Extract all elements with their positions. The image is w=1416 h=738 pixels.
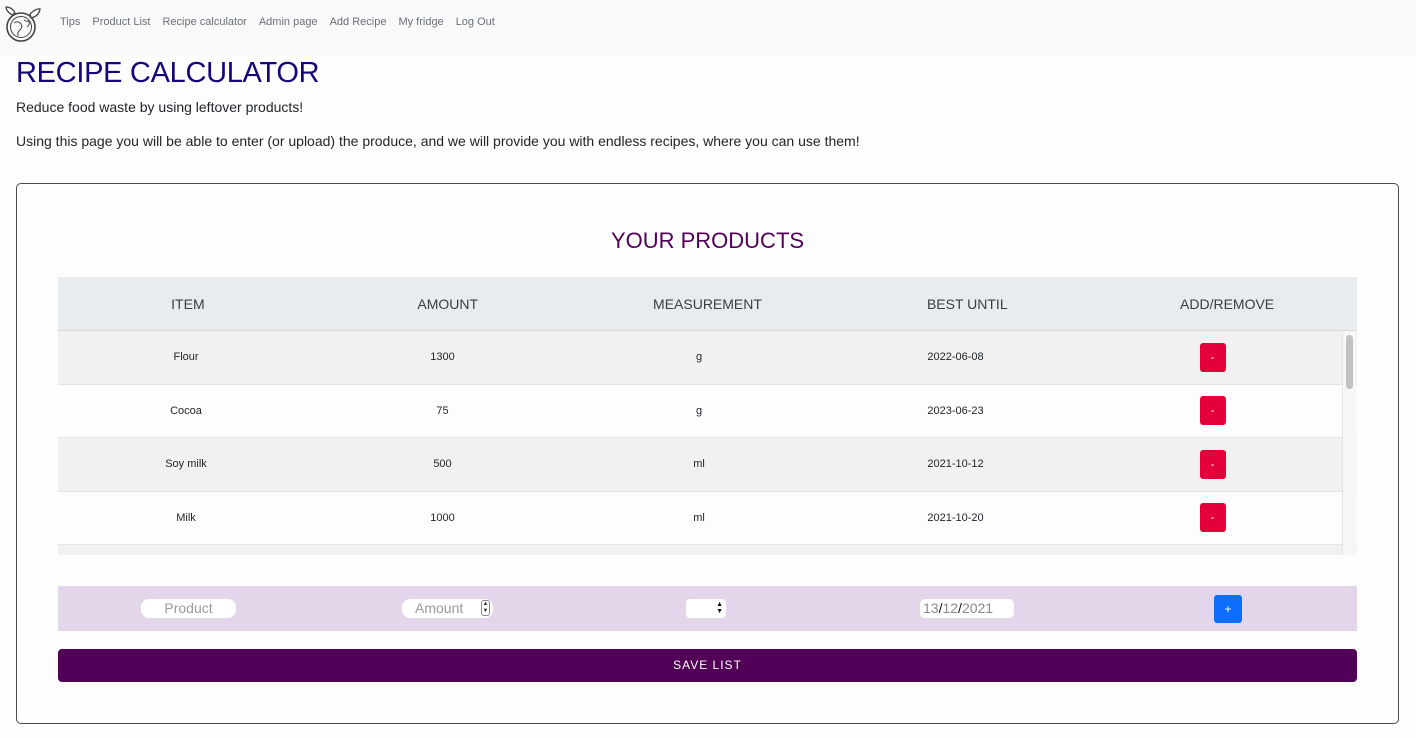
amount-placeholder: Amount xyxy=(415,600,464,616)
cell-best-until: 2021-10-12 xyxy=(927,458,984,471)
cell-item: Soy milk xyxy=(165,458,207,471)
remove-button[interactable]: - xyxy=(1199,396,1226,426)
select-arrows-icon: ▲ ▼ xyxy=(716,601,723,615)
cell-item: Flour xyxy=(173,351,199,364)
cell-actions: - xyxy=(1084,342,1341,372)
cell-amount: 1300 xyxy=(430,351,455,364)
remove-button[interactable]: - xyxy=(1199,342,1226,372)
date-year[interactable]: 2021 xyxy=(962,600,993,616)
spinner-arrows-icon[interactable]: ▲ ▼ xyxy=(481,600,490,616)
nav-links: Tips Product List Recipe calculator Admi… xyxy=(60,16,507,28)
nav-tips[interactable]: Tips xyxy=(60,16,80,28)
earth-leaf-logo-icon[interactable] xyxy=(4,5,42,43)
remove-button[interactable]: - xyxy=(1199,449,1226,479)
nav-add-recipe[interactable]: Add Recipe xyxy=(330,16,387,28)
best-until-date-input[interactable]: 13/12/2021 xyxy=(920,599,1014,618)
products-title: YOUR PRODUCTS xyxy=(610,228,805,253)
add-product-button[interactable]: + xyxy=(1214,595,1242,623)
date-day[interactable]: 13 xyxy=(923,600,939,616)
measurement-select[interactable]: ▲ ▼ xyxy=(686,599,726,618)
cell-amount: 1000 xyxy=(430,511,455,524)
cell-amount: 500 xyxy=(433,458,452,471)
nav-my-fridge[interactable]: My fridge xyxy=(398,16,443,28)
cell-actions: - xyxy=(1084,449,1341,479)
cell-measurement: g xyxy=(695,351,703,364)
cell-item: Milk xyxy=(176,511,196,524)
page-subtitle: Reduce food waste by using leftover prod… xyxy=(16,99,304,115)
table-body[interactable]: Flour 1300 g 2022-06-08 - Cocoa 75 g 202… xyxy=(58,331,1357,555)
nav-log-out[interactable]: Log Out xyxy=(456,16,495,28)
page-title: RECIPE CALCULATOR xyxy=(16,57,320,89)
cell-actions: - xyxy=(1084,503,1341,533)
cell-measurement: g xyxy=(695,404,703,417)
column-header-item: ITEM xyxy=(171,295,205,312)
column-header-measurement: MEASUREMENT xyxy=(653,295,762,312)
cell-amount: 75 xyxy=(436,404,449,417)
product-input[interactable]: Product xyxy=(141,599,236,618)
nav-recipe-calculator[interactable]: Recipe calculator xyxy=(162,16,246,28)
navbar: Tips Product List Recipe calculator Admi… xyxy=(0,0,1416,55)
scrollbar-thumb[interactable] xyxy=(1346,335,1353,389)
remove-button[interactable]: - xyxy=(1199,503,1226,533)
table-row: Milk 1000 ml 2021-10-20 - xyxy=(58,491,1357,545)
nav-admin-page[interactable]: Admin page xyxy=(259,16,318,28)
cell-item: Cocoa xyxy=(170,404,202,417)
column-header-amount: AMOUNT xyxy=(417,295,479,312)
cell-actions: - xyxy=(1084,396,1341,426)
table-row xyxy=(58,545,1357,555)
column-header-add-remove: ADD/REMOVE xyxy=(1180,295,1275,312)
new-product-row: Product Amount ▲ ▼ ▲ ▼ 13/12/2021 + xyxy=(58,586,1357,631)
date-month[interactable]: 12 xyxy=(942,600,958,616)
cell-best-until: 2023-06-23 xyxy=(927,404,984,417)
products-card: YOUR PRODUCTS ITEM AMOUNT MEASUREMENT BE… xyxy=(16,183,1399,724)
column-header-best-until: BEST UNTIL xyxy=(926,295,1008,312)
cell-measurement: ml xyxy=(693,458,705,471)
nav-product-list[interactable]: Product List xyxy=(92,16,150,28)
save-list-button[interactable]: SAVE LIST xyxy=(58,649,1357,682)
amount-input[interactable]: Amount ▲ ▼ xyxy=(402,599,493,618)
table-row: Cocoa 75 g 2023-06-23 - xyxy=(58,384,1357,438)
table-header: ITEM AMOUNT MEASUREMENT BEST UNTIL ADD/R… xyxy=(58,277,1357,331)
table-row: Flour 1300 g 2022-06-08 - xyxy=(58,331,1357,385)
cell-best-until: 2021-10-20 xyxy=(927,511,984,524)
table-scrollbar[interactable] xyxy=(1342,331,1356,555)
cell-measurement: ml xyxy=(693,511,705,524)
cell-best-until: 2022-06-08 xyxy=(927,351,984,364)
page-description: Using this page you will be able to ente… xyxy=(16,133,860,149)
table-row: Soy milk 500 ml 2021-10-12 - xyxy=(58,438,1357,492)
